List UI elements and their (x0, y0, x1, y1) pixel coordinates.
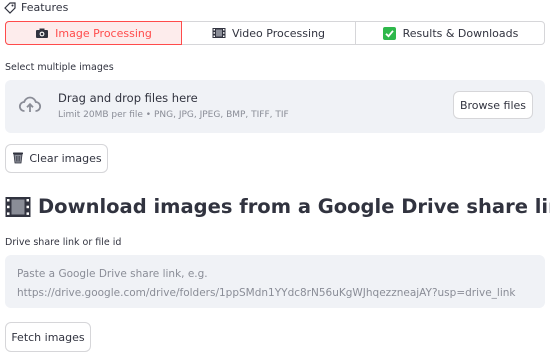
fetch-images-button[interactable]: Fetch images (5, 322, 91, 352)
dropzone-title: Drag and drop files here (58, 91, 198, 105)
drive-heading-text: Download images from a Google Drive shar… (38, 195, 550, 218)
dropzone-limit: Limit 20MB per file • PNG, JPG, JPEG, BM… (58, 110, 289, 120)
drive-heading: Download images from a Google Drive shar… (5, 195, 550, 218)
film-icon (212, 27, 226, 39)
tab-label: Results & Downloads (402, 26, 519, 40)
tab-label: Video Processing (231, 26, 326, 40)
tab-label: Image Processing (55, 26, 152, 40)
film-icon (5, 196, 31, 218)
tab-image-processing[interactable]: Image Processing (5, 21, 182, 45)
file-dropzone[interactable]: Drag and drop files here Limit 20MB per … (5, 80, 545, 133)
drive-input-label: Drive share link or file id (5, 237, 122, 248)
upload-cloud-icon (18, 93, 42, 117)
drive-link-textarea[interactable]: Paste a Google Drive share link, e.g. ht… (5, 255, 545, 308)
tab-bar: Image Processing Video Processing Result… (5, 21, 545, 45)
features-label: Features (21, 1, 69, 14)
browse-files-button[interactable]: Browse files (453, 91, 533, 119)
tag-icon (4, 1, 16, 14)
clear-images-button[interactable]: Clear images (5, 144, 108, 173)
camera-icon (35, 27, 49, 39)
tab-results-downloads[interactable]: Results & Downloads (356, 22, 545, 44)
uploader-label: Select multiple images (5, 62, 114, 73)
features-header: Features (4, 1, 68, 14)
app-page: Features Image Processing Video Processi… (0, 0, 550, 356)
clear-images-label: Clear images (29, 152, 102, 165)
tab-video-processing[interactable]: Video Processing (182, 22, 356, 44)
wastebasket-icon (11, 150, 25, 167)
checkmark-icon (382, 27, 397, 40)
